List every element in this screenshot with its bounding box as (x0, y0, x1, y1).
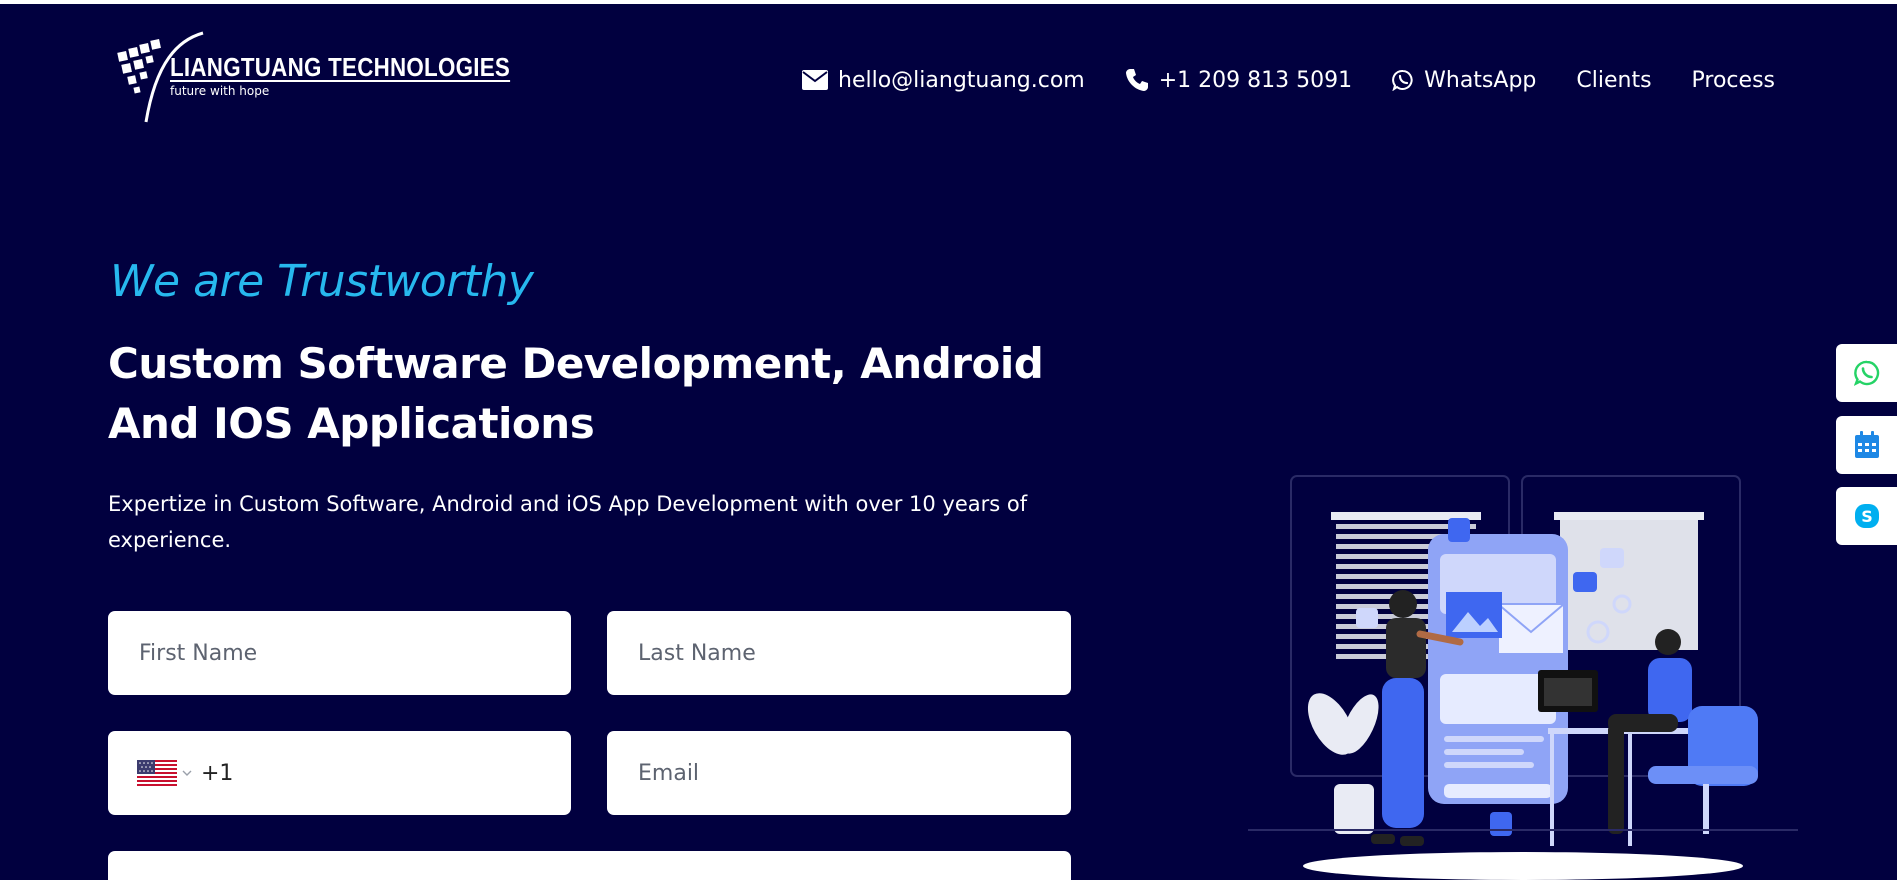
hero-headline: Custom Software Development, Android And… (108, 334, 1048, 454)
nav-process-link[interactable]: Process (1692, 68, 1775, 93)
nav-whatsapp-label: WhatsApp (1424, 67, 1537, 93)
email-field (607, 731, 1071, 815)
brand-logo[interactable]: LIANGTUANG TECHNOLOGIES future with hope (116, 30, 510, 126)
side-whatsapp-button[interactable] (1836, 344, 1897, 402)
calendar-icon (1854, 431, 1879, 458)
brand-name: LIANGTUANG TECHNOLOGIES (170, 52, 511, 82)
hero-headline-line1: Custom Software Development, Android (108, 339, 1044, 388)
skype-icon: S (1854, 504, 1879, 528)
nav-process-label: Process (1691, 67, 1775, 93)
nav-phone-label: +1 209 813 5091 (1158, 67, 1353, 93)
whatsapp-icon (1392, 69, 1413, 91)
us-flag-icon (137, 760, 177, 786)
phone-field: +1 (108, 731, 571, 815)
first-name-input[interactable] (108, 611, 571, 695)
chevron-down-icon (182, 770, 192, 776)
phone-input[interactable] (233, 731, 571, 815)
phone-icon (1125, 69, 1148, 91)
first-name-field (108, 611, 571, 695)
nav-email-label: hello@liangtuang.com (838, 67, 1085, 93)
envelope-icon (802, 70, 829, 90)
hero-subtext: Expertize in Custom Software, Android an… (108, 492, 1028, 552)
svg-text:S: S (1861, 507, 1873, 526)
whatsapp-icon (1853, 360, 1879, 386)
last-name-input[interactable] (607, 611, 1071, 695)
developers-illustration (1248, 475, 1798, 880)
email-input[interactable] (607, 731, 1071, 815)
phone-country-code: +1 (201, 760, 234, 786)
page: LIANGTUANG TECHNOLOGIES future with hope… (0, 4, 1897, 880)
top-nav: hello@liangtuang.com +1 209 813 5091 Wha… (802, 62, 1775, 98)
side-skype-button[interactable]: S (1836, 487, 1897, 545)
nav-clients-link[interactable]: Clients (1576, 68, 1651, 93)
nav-whatsapp-link[interactable]: WhatsApp (1392, 68, 1536, 93)
country-code-select[interactable] (137, 760, 193, 786)
hero-eyebrow: We are Trustworthy (110, 256, 534, 307)
last-name-field (607, 611, 1071, 695)
nav-phone-link[interactable]: +1 209 813 5091 (1125, 68, 1352, 93)
hero-headline-line2: And IOS Applications (108, 399, 595, 448)
brand-tagline: future with hope (170, 84, 270, 98)
nav-clients-label: Clients (1576, 67, 1652, 93)
additional-form-field[interactable] (108, 851, 1071, 880)
side-calendar-button[interactable] (1836, 416, 1897, 474)
nav-email-link[interactable]: hello@liangtuang.com (802, 68, 1085, 93)
